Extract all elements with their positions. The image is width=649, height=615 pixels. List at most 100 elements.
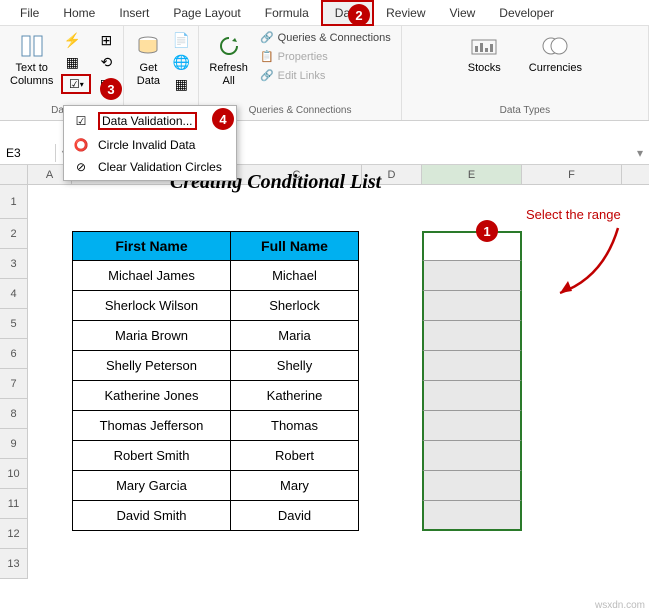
ribbon-tabs: File Home Insert Page Layout Formula Dat… [0, 0, 649, 26]
table-row: Shelly PetersonShelly [73, 351, 359, 381]
tab-home[interactable]: Home [51, 2, 107, 24]
selected-cell[interactable] [422, 351, 522, 381]
from-web-button[interactable]: 🌐 [170, 52, 192, 72]
currencies-label: Currencies [529, 62, 582, 75]
circle-invalid-menuitem[interactable]: ⭕ Circle Invalid Data [66, 134, 234, 156]
selected-range[interactable] [422, 231, 522, 531]
cell[interactable]: Sherlock Wilson [73, 291, 231, 321]
tab-view[interactable]: View [438, 2, 488, 24]
row-headers: 1 2 3 4 5 6 7 8 9 10 11 12 13 [0, 185, 28, 579]
properties-icon: 📋 [260, 50, 274, 63]
stocks-button[interactable]: Stocks [464, 30, 505, 77]
row-header-7[interactable]: 7 [0, 369, 28, 399]
row-header-3[interactable]: 3 [0, 249, 28, 279]
data-validation-dropdown: ☑ Data Validation... ⭕ Circle Invalid Da… [63, 105, 237, 181]
cell[interactable]: Maria [231, 321, 359, 351]
qc-icon: 🔗 [260, 31, 274, 44]
cell[interactable]: Michael James [73, 261, 231, 291]
selected-cell[interactable] [422, 441, 522, 471]
tab-developer[interactable]: Developer [487, 2, 566, 24]
selected-cell[interactable] [422, 501, 522, 531]
row-header-1[interactable]: 1 [0, 185, 28, 219]
cell[interactable]: David Smith [73, 501, 231, 531]
cell[interactable]: David [231, 501, 359, 531]
refresh-all-label: Refresh All [209, 62, 248, 88]
selected-cell[interactable] [422, 471, 522, 501]
cell[interactable]: Thomas Jefferson [73, 411, 231, 441]
row-header-4[interactable]: 4 [0, 279, 28, 309]
from-text-button[interactable]: 📄 [170, 30, 192, 50]
col-header-e[interactable]: E [422, 165, 522, 184]
currencies-icon [541, 32, 569, 60]
qc-label: Queries & Connections [278, 32, 391, 44]
selected-cell[interactable] [422, 231, 522, 261]
clear-circles-menuitem[interactable]: ⊘ Clear Validation Circles [66, 156, 234, 178]
row-header-2[interactable]: 2 [0, 219, 28, 249]
tab-insert[interactable]: Insert [107, 2, 161, 24]
arrow-icon [548, 223, 628, 303]
tab-formula[interactable]: Formula [253, 2, 321, 24]
cell[interactable]: Katherine [231, 381, 359, 411]
name-box[interactable]: E3 [0, 144, 56, 162]
header-first-name[interactable]: First Name [73, 232, 231, 261]
cell[interactable]: Michael [231, 261, 359, 291]
cell[interactable]: Maria Brown [73, 321, 231, 351]
relationships-button[interactable]: ⟲ [95, 52, 117, 72]
cell[interactable]: Sherlock [231, 291, 359, 321]
cell[interactable]: Shelly Peterson [73, 351, 231, 381]
row-header-5[interactable]: 5 [0, 309, 28, 339]
data-validation-button[interactable]: ☑▾ [61, 74, 91, 94]
get-data-button[interactable]: Get Data [130, 30, 166, 90]
table-row: Mary GarciaMary [73, 471, 359, 501]
cell[interactable]: Mary Garcia [73, 471, 231, 501]
data-validation-icon: ☑ [69, 77, 80, 91]
clear-circles-label: Clear Validation Circles [98, 160, 222, 174]
consolidate-icon: ⊞ [101, 32, 113, 49]
row-header-8[interactable]: 8 [0, 399, 28, 429]
select-all-corner[interactable] [0, 165, 28, 184]
data-validation-menuitem[interactable]: ☑ Data Validation... [66, 108, 234, 134]
table-row: Thomas JeffersonThomas [73, 411, 359, 441]
consolidate-button[interactable]: ⊞ [95, 30, 117, 50]
tab-page-layout[interactable]: Page Layout [161, 2, 252, 24]
cell[interactable]: Robert Smith [73, 441, 231, 471]
edit-links-button[interactable]: 🔗Edit Links [256, 68, 395, 83]
cell[interactable]: Mary [231, 471, 359, 501]
currencies-button[interactable]: Currencies [525, 30, 586, 77]
selected-cell[interactable] [422, 291, 522, 321]
table-row: Robert SmithRobert [73, 441, 359, 471]
remove-dup-icon: ▦ [66, 54, 79, 71]
col-header-f[interactable]: F [522, 165, 622, 184]
tab-review[interactable]: Review [374, 2, 437, 24]
table-row: Maria BrownMaria [73, 321, 359, 351]
selected-cell[interactable] [422, 321, 522, 351]
refresh-all-button[interactable]: Refresh All [205, 30, 252, 90]
properties-button[interactable]: 📋Properties [256, 49, 395, 64]
formula-expand-icon[interactable]: ▾ [631, 146, 649, 160]
remove-duplicates-button[interactable]: ▦ [61, 52, 83, 72]
tab-file[interactable]: File [8, 2, 51, 24]
cell[interactable]: Shelly [231, 351, 359, 381]
row-header-11[interactable]: 11 [0, 489, 28, 519]
selected-cell[interactable] [422, 411, 522, 441]
cell[interactable]: Robert [231, 441, 359, 471]
row-header-6[interactable]: 6 [0, 339, 28, 369]
from-table-icon: ▦ [175, 76, 188, 93]
selected-cell[interactable] [422, 261, 522, 291]
text-to-columns-button[interactable]: Text to Columns [6, 30, 57, 90]
cell[interactable]: Thomas [231, 411, 359, 441]
from-table-button[interactable]: ▦ [170, 74, 192, 94]
cell[interactable]: Katherine Jones [73, 381, 231, 411]
callout-4: 4 [212, 108, 234, 130]
header-full-name[interactable]: Full Name [231, 232, 359, 261]
row-header-13[interactable]: 13 [0, 549, 28, 579]
queries-connections-button[interactable]: 🔗 Queries & Connections [256, 30, 395, 45]
row-header-10[interactable]: 10 [0, 459, 28, 489]
row-header-12[interactable]: 12 [0, 519, 28, 549]
row-header-9[interactable]: 9 [0, 429, 28, 459]
callout-1: 1 [476, 220, 498, 242]
from-web-icon: 🌐 [173, 54, 190, 71]
flash-fill-button[interactable]: ⚡ [61, 30, 83, 50]
group-data-types: Stocks Currencies Data Types [402, 26, 649, 120]
selected-cell[interactable] [422, 381, 522, 411]
